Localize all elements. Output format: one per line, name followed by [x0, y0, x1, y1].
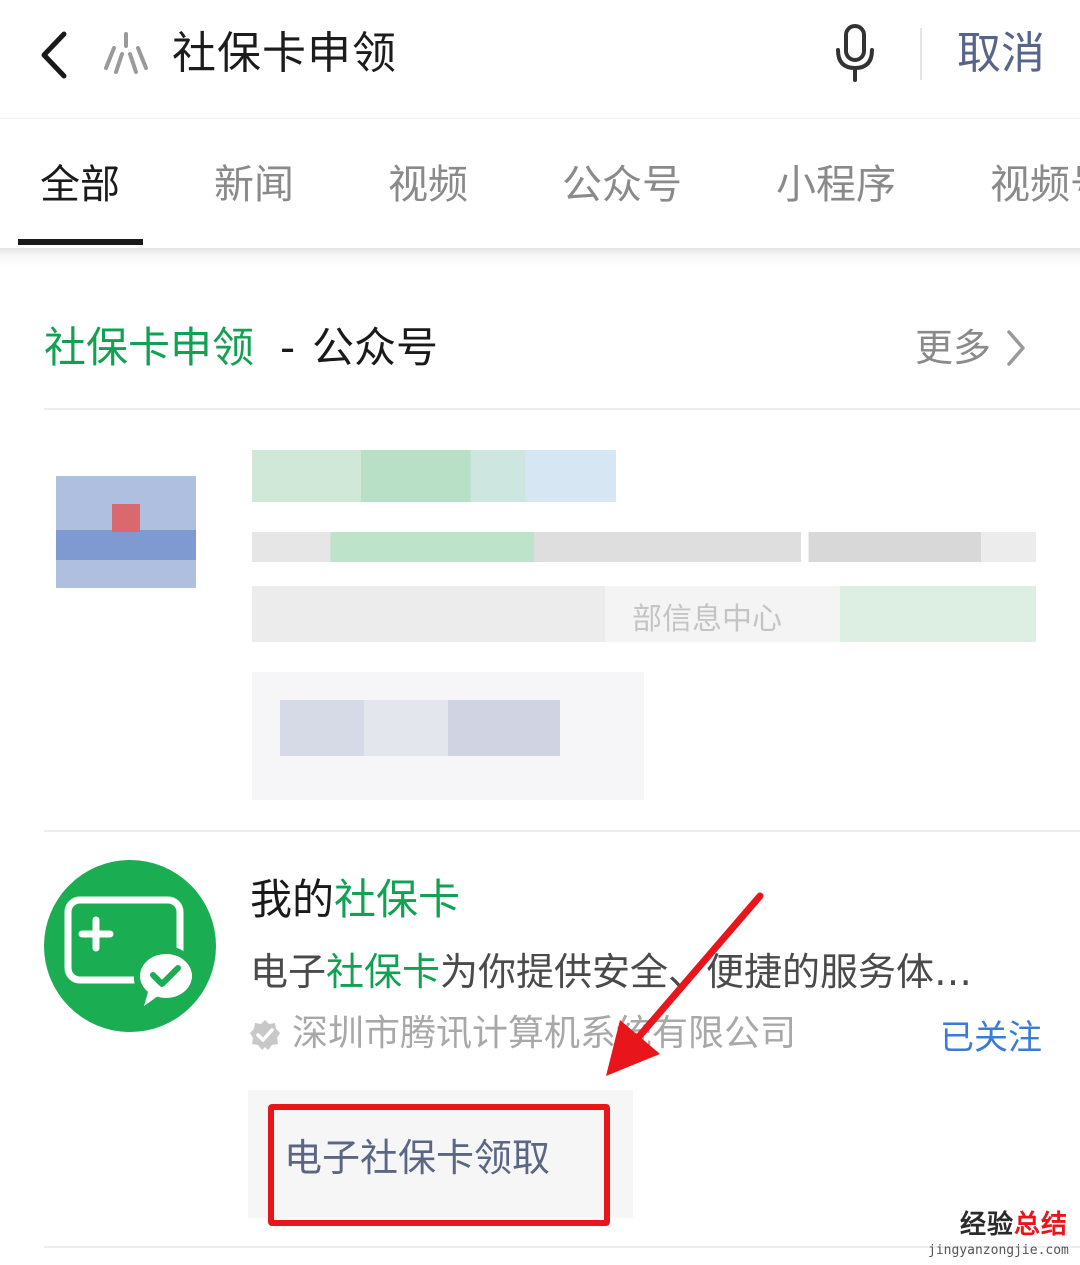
- chevron-right-icon: [1004, 328, 1028, 372]
- active-tab-indicator: [18, 239, 143, 245]
- tab-news[interactable]: 新闻: [214, 157, 294, 213]
- card-plus-icon: [64, 896, 198, 1010]
- watermark-url: jingyanzongjie.com: [928, 1243, 1069, 1258]
- divider: [920, 28, 922, 80]
- section-type: 公众号: [312, 323, 439, 372]
- tab-all[interactable]: 全部: [40, 157, 120, 213]
- section-header: 社保卡申领 - 公众号 更多: [0, 268, 1080, 408]
- search-icon: [100, 28, 152, 80]
- follow-status[interactable]: 已关注: [940, 1014, 1042, 1062]
- annotation-highlight-box: [268, 1104, 610, 1226]
- more-link[interactable]: 更多: [915, 320, 1028, 376]
- more-label: 更多: [915, 326, 992, 370]
- blurred-desc-line-1: [252, 532, 1036, 562]
- section-separator: -: [280, 323, 296, 372]
- watermark-main: 经验总结: [959, 1210, 1068, 1240]
- section-keyword: 社保卡申领: [44, 323, 255, 372]
- tab-official-accounts[interactable]: 公众号: [562, 157, 682, 213]
- blurred-title: [252, 450, 616, 502]
- blurred-avatar-band: [56, 530, 196, 560]
- divider: [44, 1246, 1080, 1248]
- tab-channels[interactable]: 视频号: [990, 157, 1080, 213]
- search-input[interactable]: 社保卡申领: [172, 22, 397, 86]
- blurred-account-result[interactable]: 部信息中心: [0, 410, 1080, 830]
- desc-rest: 为你提供安全、便捷的服务体…: [440, 950, 973, 994]
- verified-badge-icon: [248, 1018, 282, 1052]
- search-bar: 社保卡申领 取消: [0, 0, 1080, 115]
- account-title: 我的社保卡: [250, 870, 460, 930]
- desc-keyword: 社保卡: [326, 950, 441, 994]
- section-divider: [0, 248, 1080, 268]
- account-title-keyword: 社保卡: [334, 875, 461, 924]
- back-chevron-icon[interactable]: [30, 20, 80, 90]
- blurred-avatar-mark: [112, 504, 140, 532]
- account-description: 电子社保卡为你提供安全、便捷的服务体…: [250, 944, 1030, 1000]
- blurred-service-link: [280, 700, 560, 756]
- account-result[interactable]: 我的社保卡 电子社保卡为你提供安全、便捷的服务体… 深圳市腾讯计算机系统有限公司…: [0, 832, 1080, 1252]
- desc-prefix: 电子: [250, 950, 327, 994]
- tab-mini-programs[interactable]: 小程序: [776, 157, 896, 213]
- account-avatar: [44, 860, 216, 1032]
- cancel-button[interactable]: 取消: [957, 22, 1045, 86]
- microphone-icon[interactable]: [832, 22, 878, 84]
- tab-video[interactable]: 视频: [388, 157, 468, 213]
- watermark: 经验总结 jingyanzongjie.com: [928, 1208, 1069, 1260]
- account-title-prefix: 我的: [250, 875, 335, 924]
- account-company: 深圳市腾讯计算机系统有限公司: [292, 1013, 797, 1054]
- tab-bar: 全部 新闻 视频 公众号 小程序 视频号: [0, 118, 1080, 249]
- blurred-fragment: 部信息中心: [632, 602, 782, 637]
